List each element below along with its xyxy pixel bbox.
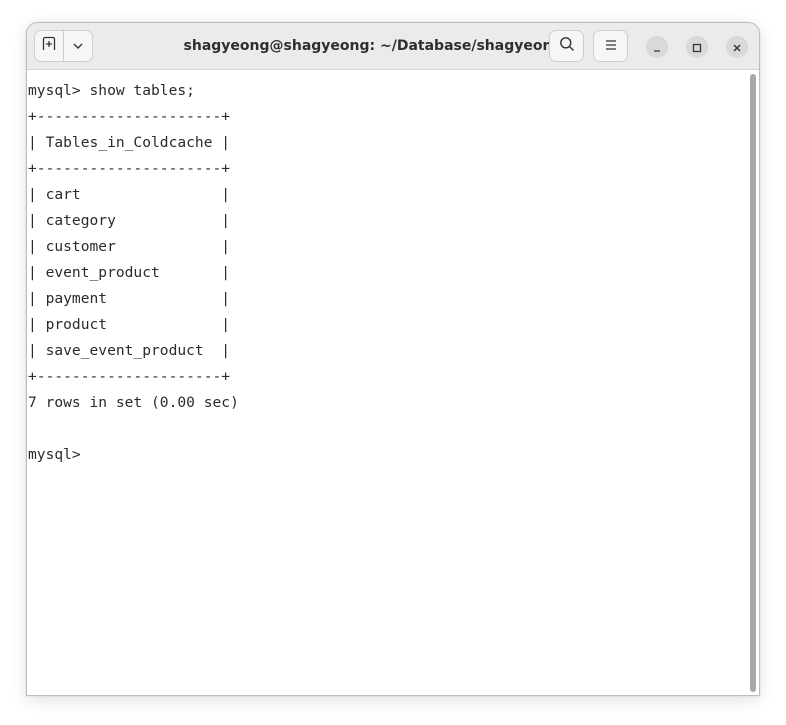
maximize-icon: [692, 38, 702, 57]
terminal-line: +---------------------+: [28, 108, 231, 125]
new-tab-button[interactable]: [35, 31, 63, 61]
hamburger-menu-icon: [604, 37, 618, 56]
tab-dropdown-button[interactable]: [63, 31, 92, 61]
menu-button[interactable]: [593, 30, 628, 62]
terminal-line: | customer |: [28, 238, 231, 255]
close-button[interactable]: [726, 36, 748, 58]
close-icon: [732, 38, 742, 57]
terminal-line: mysql> show tables;: [28, 82, 195, 99]
scrollbar[interactable]: [750, 74, 756, 692]
new-tab-icon: [41, 36, 57, 56]
search-button[interactable]: [549, 30, 584, 62]
terminal-line: | event_product |: [28, 264, 231, 281]
terminal-line: | product |: [28, 316, 231, 333]
maximize-button[interactable]: [686, 36, 708, 58]
terminal-line: | cart |: [28, 186, 231, 203]
terminal-line: | category |: [28, 212, 231, 229]
minimize-button[interactable]: [646, 36, 668, 58]
terminal-line: +---------------------+: [28, 160, 231, 177]
terminal-output: mysql> show tables; +-------------------…: [27, 70, 747, 468]
terminal-line: | payment |: [28, 290, 231, 307]
chevron-down-icon: [72, 37, 84, 56]
terminal-line: 7 rows in set (0.00 sec): [28, 394, 239, 411]
new-tab-group: [34, 30, 93, 62]
title-bar: shagyeong@shagyeong: ~/Database/shagyeon…: [27, 23, 759, 70]
terminal-line: | Tables_in_Coldcache |: [28, 134, 231, 151]
terminal-line: | save_event_product |: [28, 342, 231, 359]
terminal-area[interactable]: mysql> show tables; +-------------------…: [27, 70, 747, 695]
search-icon: [559, 36, 575, 56]
minimize-icon: [652, 38, 662, 57]
terminal-window: shagyeong@shagyeong: ~/Database/shagyeon…: [26, 22, 760, 696]
terminal-prompt: mysql>: [28, 446, 90, 463]
terminal-line: +---------------------+: [28, 368, 231, 385]
